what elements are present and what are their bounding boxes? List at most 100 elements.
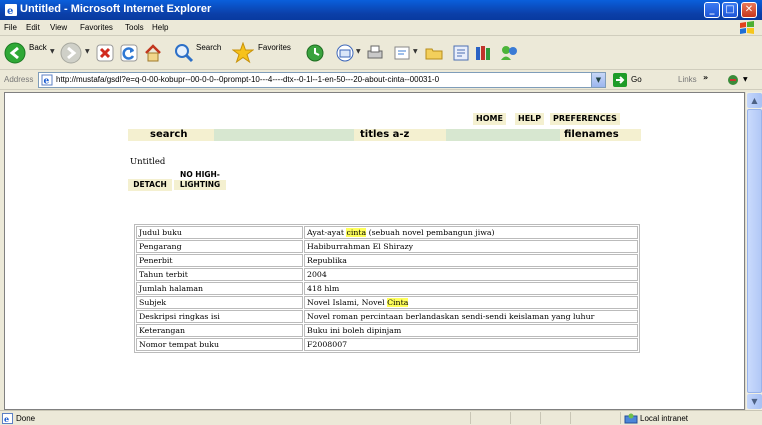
menu-view[interactable]: View: [50, 23, 67, 32]
help-link[interactable]: HELP: [515, 113, 545, 125]
address-label: Address: [4, 75, 34, 84]
field-value: Novel roman percintaan berlandaskan send…: [304, 310, 638, 323]
stop-icon[interactable]: [95, 42, 115, 64]
field-value: Habiburrahman El Shirazy: [304, 240, 638, 253]
refresh-icon[interactable]: [119, 42, 139, 64]
favorites-label[interactable]: Favorites: [258, 43, 291, 52]
back-dropdown-icon[interactable]: ▼: [50, 48, 55, 55]
home-icon[interactable]: [143, 42, 163, 64]
status-bar: e Done Local intranet: [0, 410, 762, 425]
back-label[interactable]: Back: [29, 43, 47, 52]
field-name: Subjek: [136, 296, 303, 309]
minimize-button[interactable]: _: [704, 2, 720, 18]
menu-file[interactable]: File: [4, 23, 17, 32]
table-row: Tahun terbit 2004: [136, 268, 638, 281]
preferences-link[interactable]: PREFERENCES: [550, 113, 620, 125]
status-divider: [510, 412, 511, 424]
field-value: Novel Islami, Novel Cinta: [304, 296, 638, 309]
menu-favorites[interactable]: Favorites: [80, 23, 113, 32]
links-button[interactable]: Links: [678, 75, 697, 84]
nav-bar: search titles a-z filenames: [128, 129, 641, 141]
search-highlight: Cinta: [387, 298, 409, 307]
scroll-down-icon[interactable]: ▼: [747, 394, 762, 409]
field-name: Deskripsi ringkas isi: [136, 310, 303, 323]
forward-arrow-icon[interactable]: [60, 42, 82, 64]
document-title: Untitled: [130, 157, 166, 167]
vertical-scrollbar[interactable]: ▲ ▼: [745, 92, 762, 410]
value-text: Ayat-ayat: [307, 228, 347, 237]
history-icon[interactable]: [305, 42, 325, 64]
svg-text:e: e: [4, 414, 9, 424]
extension-dropdown-icon[interactable]: ▼: [743, 76, 748, 83]
field-value: 2004: [304, 268, 638, 281]
scroll-up-icon[interactable]: ▲: [747, 93, 762, 108]
table-row: Subjek Novel Islami, Novel Cinta: [136, 296, 638, 309]
field-name: Judul buku: [136, 226, 303, 239]
close-button[interactable]: ✕: [741, 2, 757, 18]
filenames-tab[interactable]: filenames: [560, 129, 641, 141]
value-text: Novel Islami, Novel: [307, 298, 388, 307]
status-divider: [570, 412, 571, 424]
home-link[interactable]: HOME: [473, 113, 506, 125]
books-icon[interactable]: [473, 42, 493, 64]
research-icon[interactable]: [451, 42, 471, 64]
address-bar: Address e http://mustafa/gsdl?e=q-0-00-k…: [0, 70, 762, 90]
page-content: HOME HELP PREFERENCES search titles a-z …: [4, 92, 745, 410]
mail-dropdown-icon[interactable]: ▼: [356, 48, 361, 55]
scrollbar-thumb[interactable]: [747, 109, 762, 393]
field-name: Jumlah halaman: [136, 282, 303, 295]
table-row: Keterangan Buku ini boleh dipinjam: [136, 324, 638, 337]
search-highlight: cinta: [346, 228, 367, 237]
back-arrow-icon[interactable]: [4, 42, 26, 64]
field-value: Republika: [304, 254, 638, 267]
titles-tab[interactable]: titles a-z: [354, 129, 446, 141]
status-text: Done: [16, 414, 36, 423]
field-name: Keterangan: [136, 324, 303, 337]
page-icon: e: [41, 74, 53, 86]
windows-logo-icon: [740, 21, 754, 34]
field-name: Penerbit: [136, 254, 303, 267]
field-value: F2008007: [304, 338, 638, 351]
print-icon[interactable]: [365, 42, 385, 64]
field-value: 418 hlm: [304, 282, 638, 295]
value-text: Habiburrahman El Shirazy: [307, 242, 414, 251]
detach-button[interactable]: DETACH: [128, 179, 172, 191]
search-label[interactable]: Search: [196, 43, 221, 52]
messenger-icon[interactable]: [498, 42, 520, 64]
search-tab[interactable]: search: [128, 129, 214, 141]
title-bar: e Untitled - Microsoft Internet Explorer…: [0, 0, 762, 20]
folder-icon[interactable]: [424, 42, 444, 64]
status-divider: [470, 412, 471, 424]
menu-bar: File Edit View Favorites Tools Help: [0, 20, 762, 36]
edit-dropdown-icon[interactable]: ▼: [413, 48, 418, 55]
address-input[interactable]: e http://mustafa/gsdl?e=q-0-00-kobupr--0…: [38, 72, 606, 88]
menu-edit[interactable]: Edit: [26, 23, 40, 32]
no-highlighting-line1: NO HIGH-: [180, 170, 220, 179]
security-zone: Local intranet: [640, 414, 689, 423]
field-value: Buku ini boleh dipinjam: [304, 324, 638, 337]
field-value: Ayat-ayat cinta (sebuah novel pembangun …: [304, 226, 638, 239]
window-title: Untitled - Microsoft Internet Explorer: [20, 3, 212, 15]
forward-dropdown-icon[interactable]: ▼: [85, 48, 90, 55]
intranet-icon: [624, 413, 638, 424]
toolbar: Back ▼ ▼ Search Favorites ▼ ▼: [0, 36, 762, 70]
svg-text:e: e: [7, 6, 13, 16]
menu-help[interactable]: Help: [152, 23, 168, 32]
menu-tools[interactable]: Tools: [125, 23, 144, 32]
no-highlighting-button[interactable]: NO HIGH- LIGHTING: [174, 169, 226, 191]
value-text: (sebuah novel pembangun jiwa): [366, 228, 495, 237]
edit-icon[interactable]: [392, 42, 412, 64]
chevron-right-icon[interactable]: »: [703, 73, 708, 82]
favorites-star-icon[interactable]: [232, 42, 254, 64]
search-icon[interactable]: [174, 42, 194, 64]
mail-icon[interactable]: [335, 42, 355, 64]
go-arrow-icon[interactable]: [613, 73, 627, 87]
address-dropdown-icon[interactable]: ▼: [591, 73, 605, 87]
extension-icon[interactable]: [726, 73, 740, 87]
field-name: Tahun terbit: [136, 268, 303, 281]
table-row: Pengarang Habiburrahman El Shirazy: [136, 240, 638, 253]
value-text: F2008007: [307, 340, 348, 349]
go-button[interactable]: Go: [631, 75, 642, 84]
maximize-button[interactable]: □: [722, 2, 738, 18]
value-text: Buku ini boleh dipinjam: [307, 326, 402, 335]
